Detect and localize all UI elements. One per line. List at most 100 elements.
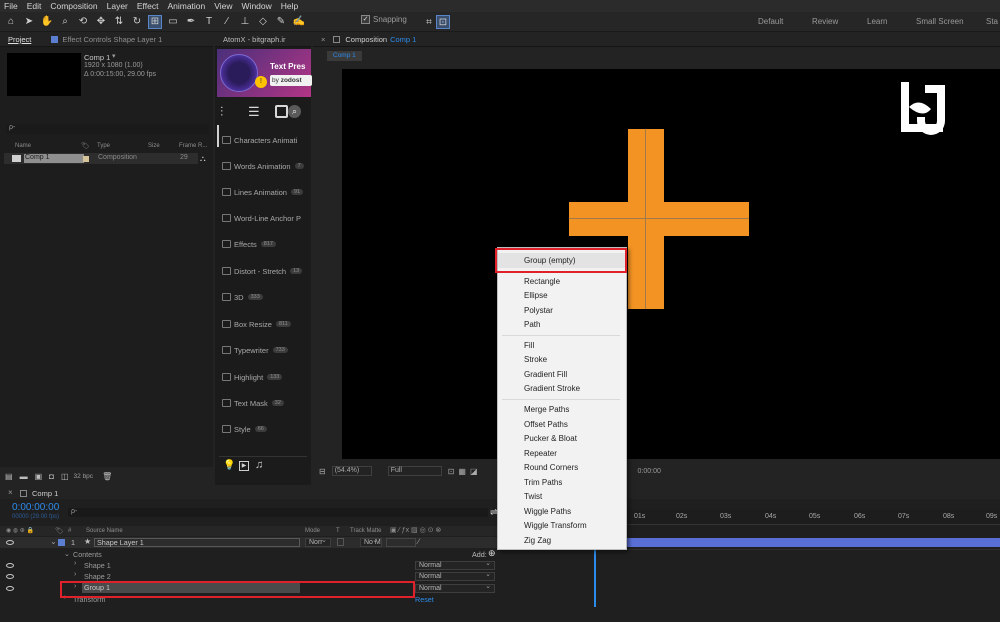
atomx-item-lines-animation[interactable]: Lines Animation 91 xyxy=(222,185,308,199)
column-name[interactable]: Name xyxy=(15,143,31,149)
region-of-interest-icon[interactable]: ⊡ xyxy=(448,467,455,476)
lock-icon[interactable] xyxy=(333,36,341,43)
workspace-more[interactable]: Sta xyxy=(986,17,998,26)
atomx-item-typewriter[interactable]: Typewriter 733 xyxy=(222,343,308,357)
av-features-icon[interactable]: ◉ ◍ ⊕ 🔒 xyxy=(6,527,34,534)
reset-link[interactable]: Reset xyxy=(415,595,434,604)
atomx-item-word-line-anchor[interactable]: Word-Line Anchor P xyxy=(222,211,308,225)
menu-composition[interactable]: Composition xyxy=(50,1,97,11)
close-tab-icon[interactable]: × xyxy=(321,35,325,44)
eye-icon[interactable] xyxy=(6,563,14,568)
menu-help[interactable]: Help xyxy=(281,1,298,11)
twirl-right-icon[interactable]: › xyxy=(74,560,76,567)
tab-timeline-comp1[interactable]: Comp 1 xyxy=(32,489,58,498)
add-button-icon[interactable]: ⊕ xyxy=(488,548,496,559)
menu-item-trim-paths[interactable]: Trim Paths xyxy=(498,475,625,490)
snapping-toggle[interactable]: ✓ Snapping xyxy=(361,15,407,24)
motion-blur-switch-icon[interactable]: ∕ xyxy=(418,537,419,546)
menu-animation[interactable]: Animation xyxy=(167,1,205,11)
snapping-checkbox[interactable]: ✓ xyxy=(361,15,370,24)
group-1-blend-mode[interactable]: Normal xyxy=(415,583,495,593)
flowchart-icon[interactable]: ⛬ xyxy=(200,154,206,164)
menu-item-stroke[interactable]: Stroke xyxy=(498,353,625,368)
bit-depth-label[interactable]: 32 bpc xyxy=(74,473,94,480)
clone-stamp-icon[interactable]: ⊥ xyxy=(238,15,252,29)
menu-item-gradient-stroke[interactable]: Gradient Stroke xyxy=(498,382,625,397)
menu-effect[interactable]: Effect xyxy=(137,1,159,11)
plus-shape-horizontal[interactable] xyxy=(569,202,749,236)
snap-options-icon[interactable]: ⌗ xyxy=(422,15,436,29)
new-folder-icon[interactable]: ▬ xyxy=(20,472,28,481)
atomx-item-highlight[interactable]: Highlight 133 xyxy=(222,370,308,384)
lightbulb-icon[interactable]: 💡 xyxy=(223,460,235,471)
current-time-display[interactable]: 0:00:00 xyxy=(638,468,661,475)
menu-item-round-corners[interactable]: Round Corners xyxy=(498,461,625,476)
roto-brush-icon[interactable]: ✎ xyxy=(274,15,288,29)
resolution-dropdown[interactable]: Full xyxy=(387,466,442,476)
zoom-tool-icon[interactable]: ⌕ xyxy=(58,15,72,29)
project-settings-icon[interactable]: ◘ xyxy=(49,472,54,481)
menu-item-wiggle-transform[interactable]: Wiggle Transform xyxy=(498,519,625,534)
eye-icon[interactable] xyxy=(6,586,14,591)
zoom-dropdown[interactable]: (54.4%) xyxy=(331,466,372,476)
list-icon[interactable]: ☰ xyxy=(248,104,260,120)
menu-edit[interactable]: Edit xyxy=(27,1,42,11)
column-t[interactable]: T xyxy=(336,528,340,534)
trash-icon[interactable]: 🗑 xyxy=(102,472,112,481)
timeline-search-input[interactable]: ρ- xyxy=(68,508,488,517)
play-icon[interactable]: ▶ xyxy=(239,461,249,471)
menu-item-merge-paths[interactable]: Merge Paths xyxy=(498,403,625,418)
column-track-matte[interactable]: Track Matte xyxy=(350,528,381,534)
pen-tool-icon[interactable]: ✒ xyxy=(184,15,198,29)
menu-item-ellipse[interactable]: Ellipse xyxy=(498,289,625,304)
atomx-item-distort-stretch[interactable]: Distort - Stretch 13 xyxy=(222,264,308,278)
workspace-default[interactable]: Default xyxy=(758,17,783,26)
workspace-small-screen[interactable]: Small Screen xyxy=(916,17,964,26)
switches-cells[interactable] xyxy=(386,538,416,547)
shape-1-blend-mode[interactable]: Normal xyxy=(415,560,495,570)
workspace-learn[interactable]: Learn xyxy=(867,17,887,26)
rotate-tool-icon[interactable]: ↻ xyxy=(130,15,144,29)
contents-row[interactable]: ⌄ Contents Add: ⊕ xyxy=(0,548,590,560)
selection-tool-icon[interactable]: ➤ xyxy=(22,15,36,29)
timeline-timecode[interactable]: 0:00:00:00 xyxy=(12,502,59,513)
menu-item-fill[interactable]: Fill xyxy=(498,338,625,353)
menu-item-repeater[interactable]: Repeater xyxy=(498,446,625,461)
comp-sub-tab[interactable]: Comp 1 xyxy=(327,51,362,61)
menu-item-offset-paths[interactable]: Offset Paths xyxy=(498,417,625,432)
tab-composition-name[interactable]: Comp 1 xyxy=(390,35,416,44)
atomx-banner[interactable]: ! Text Pres by zodost xyxy=(217,49,312,97)
atomx-item-effects[interactable]: Effects 817 xyxy=(222,237,308,251)
menu-layer[interactable]: Layer xyxy=(107,1,128,11)
orbit-tool-icon[interactable]: ⟲ xyxy=(76,15,90,29)
track-matte-dropdown[interactable]: No M xyxy=(360,537,382,547)
project-row-name[interactable]: Comp 1 xyxy=(24,154,84,163)
layer-name[interactable]: Shape Layer 1 xyxy=(94,538,300,547)
pan-behind-tool-icon[interactable]: ⊞ xyxy=(148,14,162,29)
workspace-review[interactable]: Review xyxy=(812,17,838,26)
puppet-pin-icon[interactable]: ✍ xyxy=(292,15,306,29)
atomx-item-words-animation[interactable]: Words Animation 7 xyxy=(222,159,308,173)
atomx-item-characters-animation[interactable]: Characters Animati xyxy=(222,133,308,147)
shape-2-blend-mode[interactable]: Normal xyxy=(415,571,495,581)
label-color-swatch[interactable] xyxy=(83,156,89,162)
shape-1-label[interactable]: Shape 1 xyxy=(84,561,111,570)
hand-tool-icon[interactable]: ✋ xyxy=(40,15,54,29)
twirl-right-icon[interactable]: › xyxy=(74,571,76,578)
eye-icon[interactable] xyxy=(6,540,14,545)
type-tool-icon[interactable]: T xyxy=(202,15,216,29)
menu-view[interactable]: View xyxy=(214,1,232,11)
menu-window[interactable]: Window xyxy=(242,1,272,11)
tab-project[interactable]: Project xyxy=(8,35,31,44)
atomx-item-text-mask[interactable]: Text Mask 32 xyxy=(222,396,308,410)
sliders-icon[interactable]: ⫶ xyxy=(220,104,223,120)
brush-tool-icon[interactable]: ∕ xyxy=(220,15,234,29)
menu-item-twist[interactable]: Twist xyxy=(498,490,625,505)
comp-dropdown-icon[interactable]: ▾ xyxy=(112,52,116,60)
timeline-lock-icon[interactable] xyxy=(20,490,27,497)
menu-item-path[interactable]: Path xyxy=(498,318,625,333)
color-depth-icon[interactable]: ◫ xyxy=(61,472,69,481)
switches-icons[interactable]: ▣ ⁄ ƒx ▨ ◎ ⊙ ⊗ xyxy=(390,526,441,534)
shape-2-label[interactable]: Shape 2 xyxy=(84,572,111,581)
project-search-input[interactable]: ρ- xyxy=(6,124,209,134)
